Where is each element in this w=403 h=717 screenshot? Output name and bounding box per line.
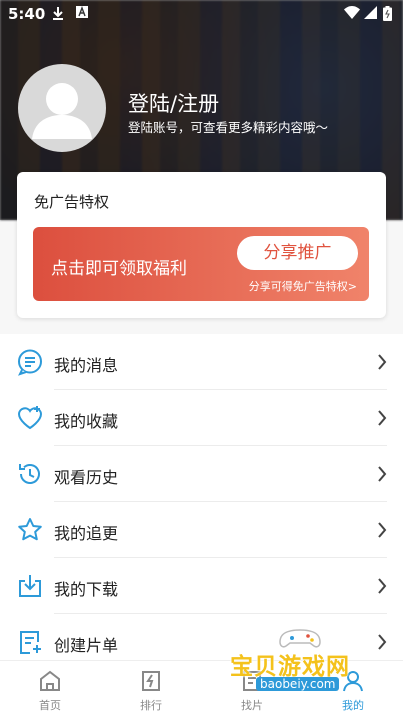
watermark-url: baobeiy.com <box>256 677 340 691</box>
menu-label: 观看历史 <box>54 468 119 487</box>
history-icon <box>16 460 44 488</box>
ad-free-card: 免广告特权 点击即可领取福利 分享推广 分享可得免广告特权> <box>17 172 386 318</box>
menu-item-following[interactable]: 我的追更 <box>0 502 403 558</box>
chevron-right-icon <box>378 578 387 594</box>
menu-label: 我的下载 <box>54 580 119 599</box>
download-icon <box>16 572 44 600</box>
chevron-right-icon <box>378 466 387 482</box>
status-time: 5:40 <box>8 5 46 23</box>
watermark: 宝贝游戏网 baobeiy.com <box>226 622 376 696</box>
favorite-heart-icon <box>16 404 44 432</box>
promo-text: 点击即可领取福利 <box>51 259 187 279</box>
ranking-icon <box>142 671 160 691</box>
menu-item-favorites[interactable]: 我的收藏 <box>0 390 403 446</box>
avatar[interactable] <box>18 64 106 152</box>
battery-icon <box>383 6 392 25</box>
menu-item-history[interactable]: 观看历史 <box>0 446 403 502</box>
signal-icon <box>364 6 377 23</box>
menu-label: 我的收藏 <box>54 412 119 431</box>
menu-label: 创建片单 <box>54 636 119 655</box>
tab-label: 我的 <box>342 699 364 712</box>
wifi-icon <box>344 6 360 23</box>
menu-label: 我的消息 <box>54 356 119 375</box>
promo-note-link[interactable]: 分享可得免广告特权> <box>249 278 357 294</box>
tab-label: 首页 <box>39 699 61 712</box>
gamepad-logo-icon <box>279 629 321 648</box>
status-bar: 5:40 <box>0 0 403 28</box>
login-subtitle: 登陆账号，可查看更多精彩内容哦～ <box>128 120 329 135</box>
user-avatar-icon <box>32 83 92 139</box>
ad-free-title: 免广告特权 <box>34 193 110 211</box>
keyboard-status-icon <box>76 6 88 22</box>
menu-list: 我的消息 我的收藏 观看历史 我的追更 我的下载 创建片单 <box>0 334 403 670</box>
chevron-right-icon <box>378 410 387 426</box>
menu-label: 我的追更 <box>54 524 119 543</box>
share-promote-button[interactable]: 分享推广 <box>237 236 358 270</box>
star-icon <box>16 516 44 544</box>
tab-label: 排行 <box>140 699 162 712</box>
menu-item-messages[interactable]: 我的消息 <box>0 334 403 390</box>
promo-banner[interactable]: 点击即可领取福利 分享推广 分享可得免广告特权> <box>33 227 369 301</box>
message-icon <box>16 348 44 376</box>
tab-ranking[interactable]: 排行 <box>111 661 191 717</box>
home-icon <box>40 670 60 691</box>
menu-item-downloads[interactable]: 我的下载 <box>0 558 403 614</box>
tab-home[interactable]: 首页 <box>10 661 90 717</box>
chevron-right-icon <box>378 522 387 538</box>
tab-label: 找片 <box>241 699 263 712</box>
download-status-icon <box>52 6 64 24</box>
login-register-link[interactable]: 登陆/注册 <box>128 88 219 118</box>
watermark-name: 宝贝游戏网 <box>230 654 350 680</box>
chevron-right-icon <box>378 354 387 370</box>
chevron-right-icon <box>378 634 387 650</box>
playlist-icon <box>16 628 44 656</box>
